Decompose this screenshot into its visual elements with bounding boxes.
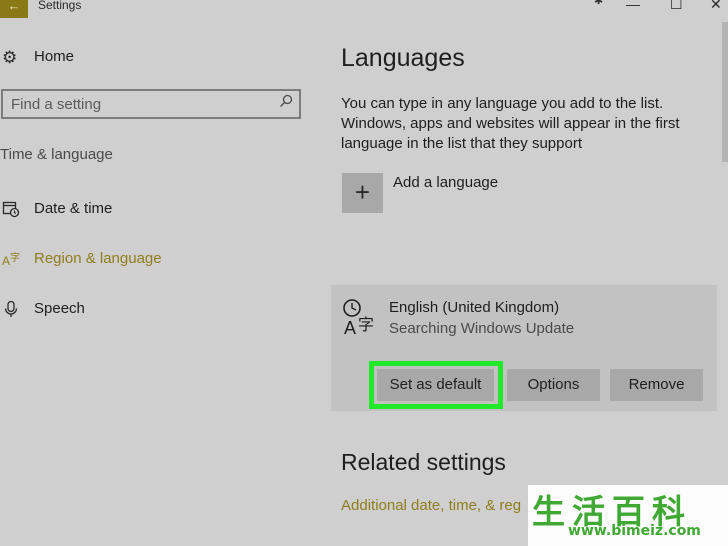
related-settings-heading: Related settings [341,449,506,475]
microphone-icon [2,300,20,323]
search-box[interactable] [1,89,301,119]
sidebar-item-date-time[interactable]: Date & time [0,196,300,224]
language-pack-icon: A 字 [342,298,378,338]
search-input[interactable] [11,94,271,114]
back-button[interactable]: ← [0,0,28,18]
language-icon: A字 [2,250,20,273]
title-bar: ← Settings ✱ — ☐ ✕ [0,0,728,18]
svg-text:A: A [2,254,10,268]
gear-icon: ⚙ [2,48,18,67]
calendar-clock-icon [2,200,20,223]
svg-text:A: A [344,318,356,338]
language-name: English (United Kingdom) [389,299,560,316]
sidebar-item-label: Speech [34,300,85,317]
window-title: Settings [38,0,82,12]
highlight-box [369,361,503,409]
sidebar-home[interactable]: ⚙ Home [0,44,300,70]
watermark-url: www.bimeiz.com [568,523,701,539]
sidebar-item-label: Date & time [34,200,113,217]
sidebar-item-region-language[interactable]: A字 Region & language [0,246,300,274]
svg-text:字: 字 [358,315,374,334]
remove-button[interactable]: Remove [610,369,703,401]
pin-icon[interactable]: ✱ [594,0,603,7]
maximize-button[interactable]: ☐ [670,0,683,13]
add-language-label[interactable]: Add a language [393,174,498,191]
sidebar-item-speech[interactable]: Speech [0,296,300,324]
page-description: You can type in any language you add to … [341,95,680,152]
plus-icon: + [354,177,371,207]
minimize-button[interactable]: — [626,0,640,12]
page-title: Languages [341,44,465,72]
close-button[interactable]: ✕ [710,0,722,13]
section-heading: Time & language [0,146,113,163]
additional-settings-link[interactable]: Additional date, time, & reg [341,497,521,514]
add-language-button[interactable]: + [342,173,383,213]
scrollbar[interactable] [722,22,728,162]
watermark: 生活百科 www.bimeiz.com [528,485,728,546]
search-icon[interactable] [279,94,293,111]
language-status: Searching Windows Update [389,320,575,337]
home-label: Home [34,48,75,65]
sidebar-item-label: Region & language [34,250,162,267]
options-button[interactable]: Options [507,369,600,401]
back-arrow-icon: ← [7,0,21,13]
svg-text:字: 字 [10,251,20,264]
